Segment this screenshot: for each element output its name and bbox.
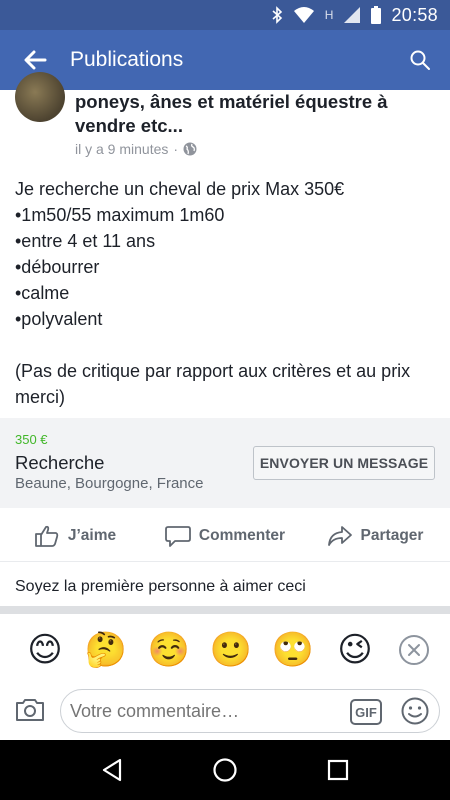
like-button[interactable]: J’aime [0,510,150,561]
post-line: •calme [15,283,70,303]
bluetooth-icon [271,6,283,24]
network-type-label: H [324,8,334,22]
post-line: •entre 4 et 11 ans [15,231,156,251]
send-message-button[interactable]: ENVOYER UN MESSAGE [253,446,435,480]
nav-back-button[interactable] [90,748,134,792]
arrow-left-icon [24,50,47,70]
sticker-button[interactable] [400,696,430,726]
listing-title: Recherche [15,452,105,473]
post-line: •polyvalent [15,309,103,329]
post-body: Je recherche un cheval de prix Max 350€ … [15,176,435,410]
close-icon [408,644,420,656]
post-actions: J’aime Commenter Partager [0,510,450,562]
post-meta: il y a 9 minutes · [75,141,197,157]
post-line: Je recherche un cheval de prix Max 350€ [15,179,345,199]
likes-summary: Soyez la première personne à aimer ceci [15,578,306,595]
group-name[interactable]: poneys, ânes et matériel équestre à vend… [75,90,425,138]
listing-location: Beaune, Bourgogne, France [15,475,204,492]
comment-composer: GIF [0,684,450,740]
nav-recents-button[interactable] [316,748,360,792]
system-nav-bar [0,740,450,800]
like-label: J’aime [67,526,117,544]
emoji-smiling-icon[interactable]: 😊 [23,628,67,672]
post-header: poneys, ânes et matériel équestre à vend… [0,72,450,168]
share-button[interactable]: Partager [300,510,450,561]
camera-icon [16,699,44,721]
wifi-icon [293,6,315,24]
globe-icon [183,142,197,156]
emoji-eye-roll-icon[interactable]: 🙄 [271,628,315,672]
smiley-icon [401,697,429,725]
comment-bubble-icon [165,525,191,547]
listing-price: 350 € [15,432,48,447]
meta-separator: · [173,141,179,157]
comment-button[interactable]: Commenter [150,510,300,561]
emoji-thinking-icon[interactable]: 🤔 [84,628,128,672]
app-bar: Publications [0,30,450,90]
comment-label: Commenter [198,526,286,544]
gif-button[interactable]: GIF [350,699,382,725]
section-divider [0,606,450,614]
emoji-blush-icon[interactable]: ☺️ [147,628,191,672]
post-timestamp[interactable]: il y a 9 minutes [75,141,168,157]
group-avatar[interactable] [15,72,65,122]
camera-button[interactable] [14,694,46,726]
nav-home-button[interactable] [203,748,247,792]
share-arrow-icon [327,525,352,546]
signal-icon [343,6,361,24]
post-line [15,332,435,358]
square-recents-icon [328,759,349,781]
search-button[interactable] [390,30,450,90]
dismiss-emoji-button[interactable] [399,635,429,665]
circle-home-icon [213,758,237,782]
post-line: (Pas de critique par rapport aux critère… [15,361,411,407]
triangle-back-icon [102,758,121,782]
post-line: •débourrer [15,257,100,277]
emoji-slight-smile-icon[interactable]: 🙂 [209,628,253,672]
status-time: 20:58 [391,4,438,25]
emoji-suggestions: 😊 🤔 ☺️ 🙂 🙄 😉 [0,628,450,678]
status-bar: H 20:58 [0,0,450,30]
share-label: Partager [360,526,424,544]
post-line: •1m50/55 maximum 1m60 [15,205,225,225]
comment-input[interactable] [70,690,340,732]
comment-box: GIF [60,689,440,733]
emoji-wink-icon[interactable]: 😉 [333,628,377,672]
search-icon [410,50,430,70]
battery-icon [371,6,382,24]
thumbs-up-icon [34,525,59,547]
page-title: Publications [70,48,184,71]
